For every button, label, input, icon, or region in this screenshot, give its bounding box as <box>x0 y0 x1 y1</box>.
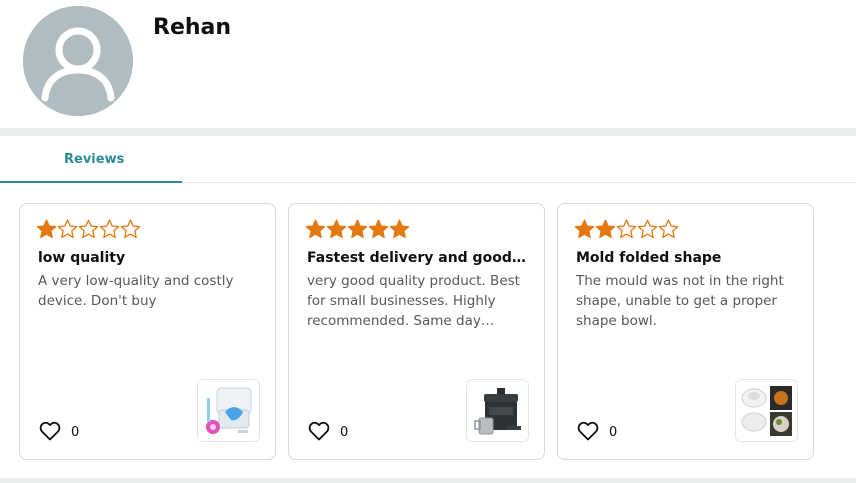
star-filled-icon <box>347 219 368 239</box>
review-body: A very low-quality and costly device. Do… <box>38 273 234 309</box>
like-button[interactable]: 0 <box>38 419 79 443</box>
like-button[interactable]: 0 <box>307 419 348 443</box>
star-empty-icon <box>658 219 679 239</box>
star-empty-icon <box>120 219 141 239</box>
heart-icon <box>39 421 61 441</box>
review-card[interactable]: low quality A very low-quality and costl… <box>19 203 276 460</box>
review-body: very good quality product. Best for smal… <box>307 273 520 329</box>
review-title: Mold folded shape <box>576 250 722 266</box>
star-empty-icon <box>78 219 99 239</box>
star-rating <box>574 219 679 241</box>
product-dental-device-icon <box>198 380 259 441</box>
product-thumbnail[interactable] <box>735 379 798 442</box>
user-silhouette-icon <box>23 6 133 116</box>
star-empty-icon <box>57 219 78 239</box>
like-count: 0 <box>71 425 80 440</box>
star-filled-icon <box>36 219 57 239</box>
star-filled-icon <box>389 219 410 239</box>
product-thumbnail[interactable] <box>197 379 260 442</box>
review-card[interactable]: Mold folded shape The mould was not in t… <box>557 203 814 460</box>
star-rating <box>305 219 410 241</box>
product-bowl-mould-icon <box>736 380 797 441</box>
like-count: 0 <box>340 425 349 440</box>
profile-name: Rehan <box>153 15 232 40</box>
heart-icon <box>308 421 330 441</box>
bottom-divider <box>0 478 856 483</box>
star-filled-icon <box>326 219 347 239</box>
star-empty-icon <box>637 219 658 239</box>
star-empty-icon <box>99 219 120 239</box>
star-rating <box>36 219 141 241</box>
star-filled-icon <box>305 219 326 239</box>
like-count: 0 <box>609 425 618 440</box>
avatar <box>23 6 133 116</box>
review-body: The mould was not in the right shape, un… <box>576 273 784 329</box>
heart-icon <box>577 421 599 441</box>
star-filled-icon <box>574 219 595 239</box>
section-divider <box>0 128 856 136</box>
star-filled-icon <box>368 219 389 239</box>
review-title: low quality <box>38 250 126 266</box>
product-fryer-icon <box>467 380 528 441</box>
like-button[interactable]: 0 <box>576 419 617 443</box>
tab-reviews-label: Reviews <box>64 152 125 167</box>
review-cards: low quality A very low-quality and costl… <box>0 183 856 478</box>
review-title: Fastest delivery and good quality <box>307 250 527 266</box>
review-card[interactable]: Fastest delivery and good quality very g… <box>288 203 545 460</box>
tab-reviews[interactable]: Reviews <box>0 136 182 183</box>
star-filled-icon <box>595 219 616 239</box>
tab-bar: Reviews <box>0 136 856 183</box>
product-thumbnail[interactable] <box>466 379 529 442</box>
profile-header: Rehan <box>0 0 856 128</box>
star-empty-icon <box>616 219 637 239</box>
